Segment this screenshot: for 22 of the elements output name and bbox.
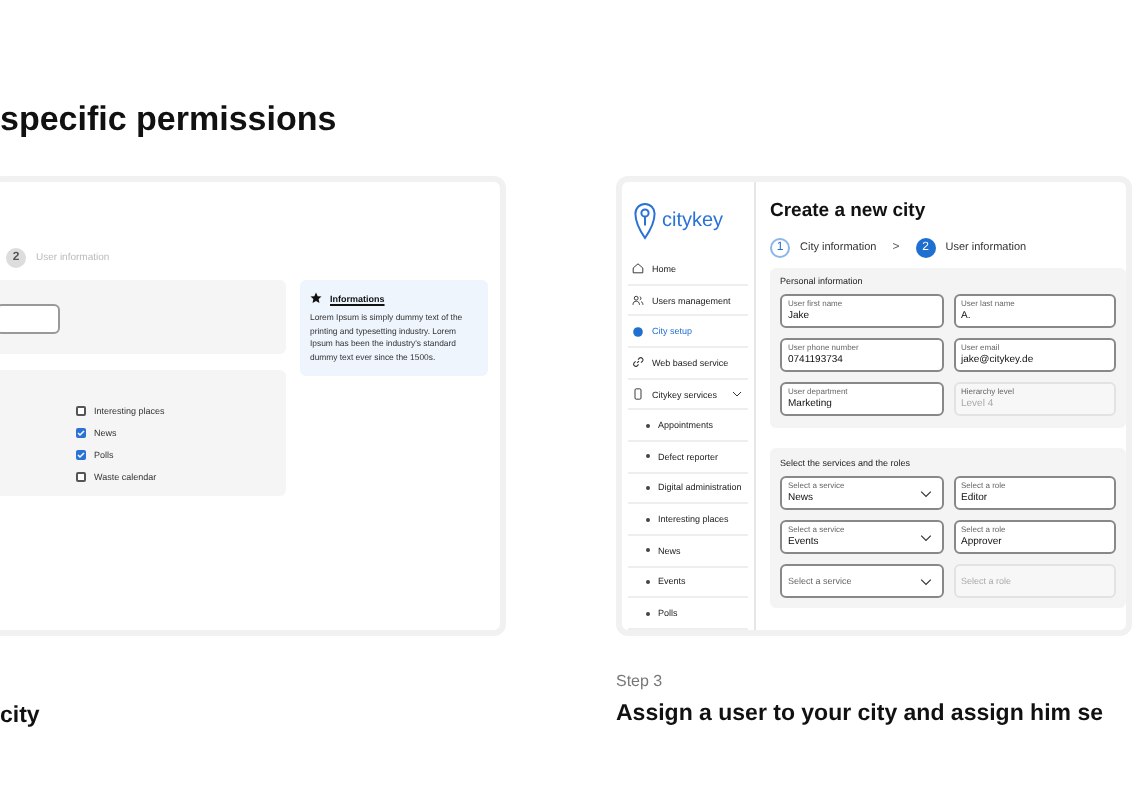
check-icon xyxy=(76,450,86,460)
chevron-down-icon xyxy=(919,489,931,497)
section-heading: specific permissions xyxy=(0,100,339,140)
chevron-down-icon xyxy=(919,533,931,541)
section-caption: city xyxy=(0,702,42,732)
pin-icon xyxy=(634,201,656,240)
section-caption: Assign a user to your city and assign him se xyxy=(616,700,1105,730)
checkbox[interactable] xyxy=(76,406,86,416)
link-icon xyxy=(632,356,644,369)
check-icon xyxy=(76,428,86,438)
home-icon xyxy=(632,262,644,275)
star-icon xyxy=(310,292,322,304)
checkbox[interactable] xyxy=(76,472,86,482)
logo-text: citykey xyxy=(662,209,724,232)
step-label: Step 3 xyxy=(616,672,665,692)
chevron-down-icon xyxy=(919,577,931,585)
phone-icon xyxy=(632,388,644,400)
dot-icon xyxy=(632,325,644,338)
input-field[interactable] xyxy=(0,304,60,334)
users-icon xyxy=(632,294,644,307)
chevron-icon xyxy=(732,390,742,398)
page-title: Create a new city xyxy=(770,200,928,224)
